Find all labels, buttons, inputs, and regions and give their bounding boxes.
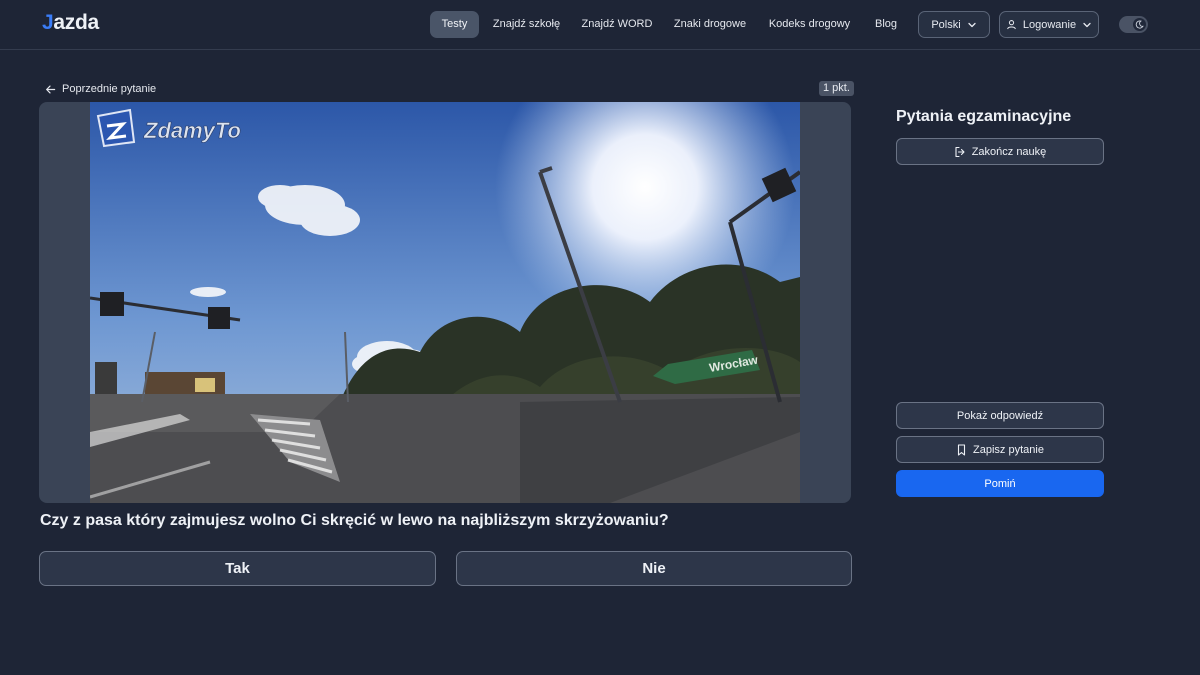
save-question-button[interactable]: Zapisz pytanie — [896, 436, 1104, 463]
logo-text: azda — [53, 11, 99, 34]
watermark-text: ZdamyTo — [143, 118, 241, 143]
sidebar-title: Pytania egzaminacyjne — [896, 108, 1072, 125]
arrow-left-icon — [46, 85, 56, 93]
user-icon — [1007, 20, 1016, 30]
question-text: Czy z pasa który zajmujesz wolno Ci skrę… — [40, 512, 669, 529]
nav-item-find-word[interactable]: Znajdź WORD — [577, 11, 657, 38]
moon-icon — [1133, 18, 1146, 31]
previous-question-label: Poprzednie pytanie — [62, 83, 157, 95]
answer-no-button[interactable]: Nie — [456, 551, 852, 586]
skip-button[interactable]: Pomiń — [896, 470, 1104, 497]
show-answer-button[interactable]: Pokaż odpowiedź — [896, 402, 1104, 429]
chevron-down-icon — [968, 22, 976, 27]
login-label: Logowanie — [1022, 18, 1077, 31]
theme-toggle[interactable] — [1119, 16, 1148, 33]
previous-question-link[interactable]: Poprzednie pytanie — [45, 81, 156, 97]
top-navbar: Jazda Testy Znajdź szkołę Znajdź WORD Zn… — [0, 0, 1200, 50]
nav-item-find-school[interactable]: Znajdź szkołę — [488, 11, 565, 38]
question-media: Wrocław ZdamyTo — [39, 102, 851, 503]
answer-yes-button[interactable]: Tak — [39, 551, 436, 586]
logo[interactable]: Jazda — [42, 11, 99, 35]
road-photo: Wrocław ZdamyTo — [90, 102, 800, 503]
points-badge: 1 pkt. — [819, 81, 854, 96]
language-select[interactable]: Polski — [918, 11, 990, 38]
nav-item-blog[interactable]: Blog — [867, 11, 905, 38]
nav-item-testy[interactable]: Testy — [430, 11, 479, 38]
nav-item-road-code[interactable]: Kodeks drogowy — [763, 11, 856, 38]
login-button[interactable]: Logowanie — [999, 11, 1099, 38]
bookmark-icon — [957, 443, 966, 456]
language-label: Polski — [931, 18, 961, 31]
show-answer-label: Pokaż odpowiedź — [956, 409, 1044, 422]
logo-mark: J — [42, 11, 54, 34]
save-question-label: Zapisz pytanie — [973, 443, 1044, 456]
nav-item-road-signs[interactable]: Znaki drogowe — [669, 11, 751, 38]
skip-label: Pomiń — [984, 477, 1016, 490]
chevron-down-icon — [1083, 22, 1091, 27]
end-learning-label: Zakończ naukę — [971, 145, 1047, 158]
end-learning-button[interactable]: Zakończ naukę — [896, 138, 1104, 165]
exit-icon — [955, 146, 965, 157]
